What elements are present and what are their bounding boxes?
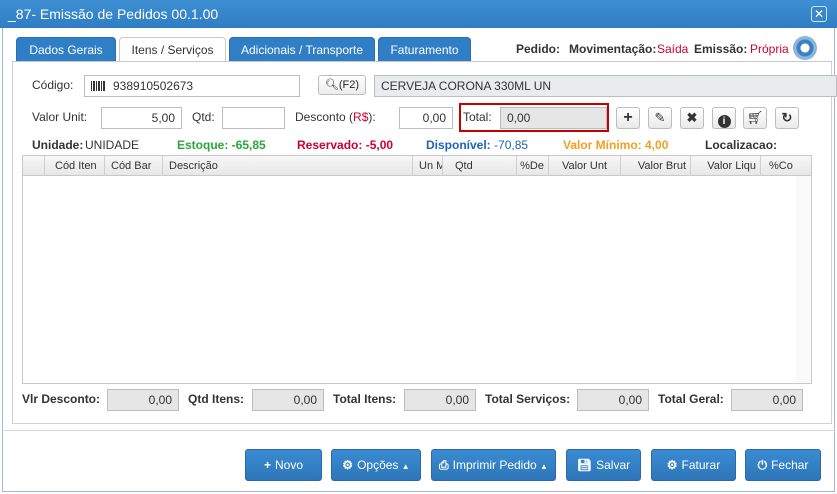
total-itens-label: Total Itens: (333, 392, 397, 406)
grid-col-valor-liqu[interactable]: Valor Liqu (691, 156, 761, 176)
footer-divider (2, 430, 835, 431)
tab-faturamento[interactable]: Faturamento (378, 37, 471, 62)
unidade-value: UNIDADE (85, 138, 140, 152)
qtd-itens-field: 0,00 (252, 389, 324, 411)
total-servicos-label: Total Serviços: (485, 392, 571, 406)
qtd-itens-label: Qtd Itens: (188, 392, 244, 406)
faturar-label: Faturar (681, 458, 721, 472)
disponivel-value: -70,85 (494, 138, 529, 152)
valor-unit-input[interactable]: 5,00 (101, 107, 182, 129)
disponivel-text: Disponível: -70,85 (426, 138, 528, 152)
opcoes-label: Opções (357, 458, 399, 472)
plus-icon: + (263, 458, 271, 472)
save-icon: 💾︎ (576, 458, 593, 472)
disponivel-label: Disponível: (426, 138, 491, 152)
grid-scrollbar[interactable] (796, 176, 811, 383)
tab-dados-gerais[interactable]: Dados Gerais (16, 37, 116, 62)
edit-icon[interactable]: ✎ (648, 107, 672, 129)
codigo-input[interactable]: 938910502673 (84, 75, 300, 97)
search-button[interactable]: 🔍︎(F2) (318, 75, 366, 95)
total-itens-field: 0,00 (404, 389, 476, 411)
vlr-desconto-field: 0,00 (107, 389, 179, 411)
pedido-label: Pedido: (516, 42, 560, 56)
search-shortcut-label: (F2) (338, 79, 360, 91)
codigo-value: 938910502673 (113, 79, 194, 93)
reservado-text: Reservado: -5,00 (297, 138, 394, 152)
cart-icon[interactable]: 🛒︎ (743, 107, 767, 129)
grid-col-cod-item[interactable]: Cód Iten (45, 156, 105, 176)
qtd-label: Qtd: (192, 110, 215, 124)
grid-col-perc-desc[interactable]: %De (517, 156, 549, 176)
desconto-unit: R$ (353, 110, 369, 124)
plus-icon[interactable]: + (616, 107, 640, 129)
localizacao-label: Localizacao: (705, 138, 778, 152)
gear-icon: ⚙︎ (342, 458, 354, 472)
info-icon[interactable]: i (712, 107, 736, 129)
salvar-button[interactable]: 💾︎ Salvar (566, 449, 641, 481)
fechar-button[interactable]: ⏻ Fechar (745, 449, 821, 481)
grid-col-descricao[interactable]: Descrição (163, 156, 413, 176)
valor-minimo-text: Valor Mínimo: 4,00 (563, 138, 669, 152)
grid-col-valor-unt[interactable]: Valor Unt (549, 156, 621, 176)
vlr-desconto-label: Vlr Desconto: (22, 392, 101, 406)
valor-unit-label: Valor Unit: (32, 110, 88, 124)
remove-icon[interactable]: ✖ (680, 107, 704, 129)
imprimir-pedido-button[interactable]: ⎙ Imprimir Pedido ▲ (431, 449, 556, 481)
grid-col-perc-co[interactable]: %Co (761, 156, 798, 176)
window-title: _87- Emissão de Pedidos 00.1.00 (8, 6, 219, 22)
grid-col-select[interactable] (23, 156, 45, 176)
novo-label: Novo (275, 458, 304, 472)
close-icon[interactable]: ✕ (811, 6, 827, 22)
total-geral-field: 0,00 (731, 389, 803, 411)
codigo-label: Código: (32, 78, 74, 92)
grid-header: Cód Iten Cód Bar Descrição Un M Qtd %De … (23, 156, 811, 176)
imprimir-label: Imprimir Pedido (452, 458, 537, 472)
desconto-unit-close: ): (368, 110, 376, 124)
power-icon: ⏻ (757, 458, 768, 472)
tab-adicionais-transporte[interactable]: Adicionais / Transporte (229, 37, 375, 62)
desconto-label: Desconto (R$): (295, 110, 376, 124)
grid-col-cod-bar[interactable]: Cód Bar (105, 156, 163, 176)
salvar-label: Salvar (596, 458, 631, 472)
total-highlight (459, 103, 609, 132)
grid-col-valor-brut[interactable]: Valor Brut (621, 156, 691, 176)
opcoes-button[interactable]: ⚙︎ Opções ▲ (331, 449, 421, 481)
estoque-text: Estoque: -65,85 (177, 138, 266, 152)
grid-col-qtd[interactable]: Qtd (443, 156, 517, 176)
unidade-label: Unidade: (32, 138, 84, 152)
window-titlebar: _87- Emissão de Pedidos 00.1.00 ✕ (0, 0, 837, 28)
produto-descricao-field: CERVEJA CORONA 330ML UN (374, 75, 837, 97)
novo-button[interactable]: + Novo (245, 449, 322, 481)
total-geral-label: Total Geral: (658, 392, 724, 406)
grid-col-un-m[interactable]: Un M (413, 156, 443, 176)
emissao-label: Emissão: (694, 42, 748, 56)
caret-up-icon: ▲ (540, 462, 548, 471)
fechar-label: Fechar (771, 458, 809, 472)
items-grid[interactable]: Cód Iten Cód Bar Descrição Un M Qtd %De … (22, 155, 812, 384)
printer-icon: ⎙ (439, 458, 449, 472)
caret-up-icon: ▲ (401, 462, 410, 471)
gear-icon[interactable] (793, 36, 817, 60)
total-servicos-field: 0,00 (577, 389, 649, 411)
desconto-label-text: Desconto (295, 110, 346, 124)
gear-icon: ⚙︎ (666, 458, 678, 472)
movimentacao-label: Movimentação: (569, 42, 657, 56)
qtd-input[interactable] (222, 107, 285, 129)
desconto-input[interactable]: 0,00 (399, 107, 453, 129)
barcode-icon (91, 81, 105, 91)
movimentacao-value: Saída (657, 42, 689, 56)
tab-itens-servicos[interactable]: Itens / Serviços (119, 37, 226, 62)
refresh-icon[interactable]: ↻ (775, 107, 799, 129)
faturar-button[interactable]: ⚙︎ Faturar (651, 449, 736, 481)
search-icon: 🔍︎ (324, 79, 339, 91)
emissao-value: Própria (750, 42, 789, 56)
